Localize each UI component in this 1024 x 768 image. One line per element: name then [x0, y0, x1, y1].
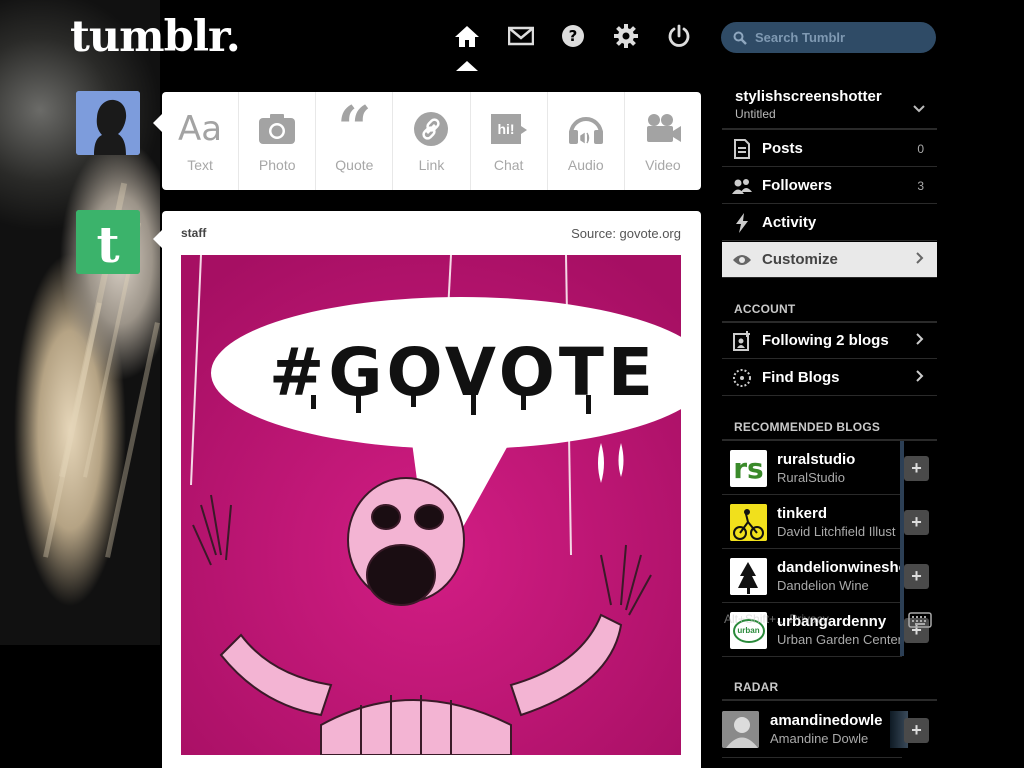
sidebar-item-following[interactable]: Following 2 blogs [722, 323, 937, 359]
follow-button[interactable]: + [904, 456, 929, 481]
post-card: staff Source: govote.org #GOVOTE [162, 211, 701, 768]
followers-icon [722, 178, 762, 194]
camera-icon [258, 109, 296, 149]
recommended-blog[interactable]: dandelionwineshop Dandelion Wine [722, 549, 902, 603]
post-source[interactable]: Source: govote.org [571, 226, 681, 241]
post-type-photo[interactable]: Photo [239, 92, 317, 190]
chat-icon: hi! [489, 109, 529, 149]
follow-button[interactable]: + [904, 564, 929, 589]
video-camera-icon [644, 109, 682, 149]
post-type-link[interactable]: Link [393, 92, 471, 190]
recommended-blog[interactable]: tinkerd David Litchfield Illust [722, 495, 902, 549]
search-icon [733, 31, 747, 45]
eye-icon [722, 253, 762, 267]
post-type-video[interactable]: Video [625, 92, 701, 190]
post-author[interactable]: staff [181, 226, 206, 240]
help-icon[interactable]: ? [559, 22, 587, 50]
svg-text:?: ? [569, 27, 578, 45]
power-icon[interactable] [665, 22, 693, 50]
lightning-icon [722, 212, 762, 233]
divider [722, 699, 937, 701]
keyboard-icon[interactable] [908, 612, 932, 633]
text-icon: Aa [178, 109, 223, 149]
post-type-bar: Aa Text Photo “ Quote Link hi! Chat Audi… [162, 92, 701, 190]
headphones-icon [567, 109, 605, 149]
post-type-audio[interactable]: Audio [548, 92, 625, 190]
svg-text:hi!: hi! [497, 121, 514, 137]
account-heading: ACCOUNT [734, 302, 796, 316]
follow-button[interactable]: + [904, 510, 929, 535]
svg-text:t: t [96, 215, 119, 274]
post-image[interactable]: #GOVOTE [181, 255, 681, 755]
sidebar-item-posts[interactable]: Posts 0 [722, 131, 937, 167]
sidebar-item-find-blogs[interactable]: Find Blogs [722, 360, 937, 396]
govote-text: #GOVOTE [269, 334, 657, 411]
radar-heading: RADAR [734, 680, 779, 694]
search-input[interactable] [755, 30, 925, 45]
chevron-right-icon [916, 251, 924, 269]
compass-icon [722, 368, 762, 388]
staff-avatar[interactable]: t [76, 210, 140, 274]
sidebar-item-activity[interactable]: Activity [722, 205, 937, 241]
tumblr-logo[interactable]: tumblr. [70, 12, 241, 62]
post-type-text[interactable]: Aa Text [162, 92, 240, 190]
blog-avatar [722, 711, 759, 748]
quote-icon: “ [337, 94, 372, 164]
blog-avatar [730, 558, 767, 595]
chevron-right-icon [916, 369, 924, 387]
overlay-text: Alt+Shift+... Privacy [724, 612, 829, 626]
blog-avatar: rs [730, 450, 767, 487]
search-box[interactable] [721, 22, 936, 53]
chevron-down-icon [913, 100, 925, 118]
sidebar-item-customize[interactable]: Customize [722, 242, 937, 278]
blog-name: stylishscreenshotter [735, 88, 882, 105]
add-person-icon [722, 330, 762, 351]
sidebar-item-followers[interactable]: Followers 3 [722, 168, 937, 204]
blog-avatar [730, 504, 767, 541]
blog-selector[interactable]: stylishscreenshotter Untitled [722, 80, 937, 130]
settings-icon[interactable] [612, 22, 640, 50]
avatar-pointer [153, 114, 162, 132]
radar-blog[interactable]: amandinedowle Amandine Dowle [722, 702, 902, 758]
user-avatar[interactable] [76, 91, 140, 155]
post-pointer [153, 230, 162, 248]
document-icon [722, 138, 762, 159]
post-type-chat[interactable]: hi! Chat [471, 92, 548, 190]
mail-icon[interactable] [507, 22, 535, 50]
post-type-quote[interactable]: “ Quote [316, 92, 394, 190]
recommended-heading: RECOMMENDED BLOGS [734, 420, 881, 434]
link-icon [413, 109, 449, 149]
scroll-indicator [900, 441, 904, 656]
active-nav-caret [456, 61, 478, 71]
recommended-blog[interactable]: rs ruralstudio RuralStudio [722, 441, 902, 495]
blog-title: Untitled [735, 107, 776, 121]
tumblr-dashboard: tumblr. ? Aa Text P [0, 0, 1024, 768]
chevron-right-icon [916, 332, 924, 350]
follow-button[interactable]: + [904, 718, 929, 743]
home-icon[interactable] [453, 22, 481, 50]
